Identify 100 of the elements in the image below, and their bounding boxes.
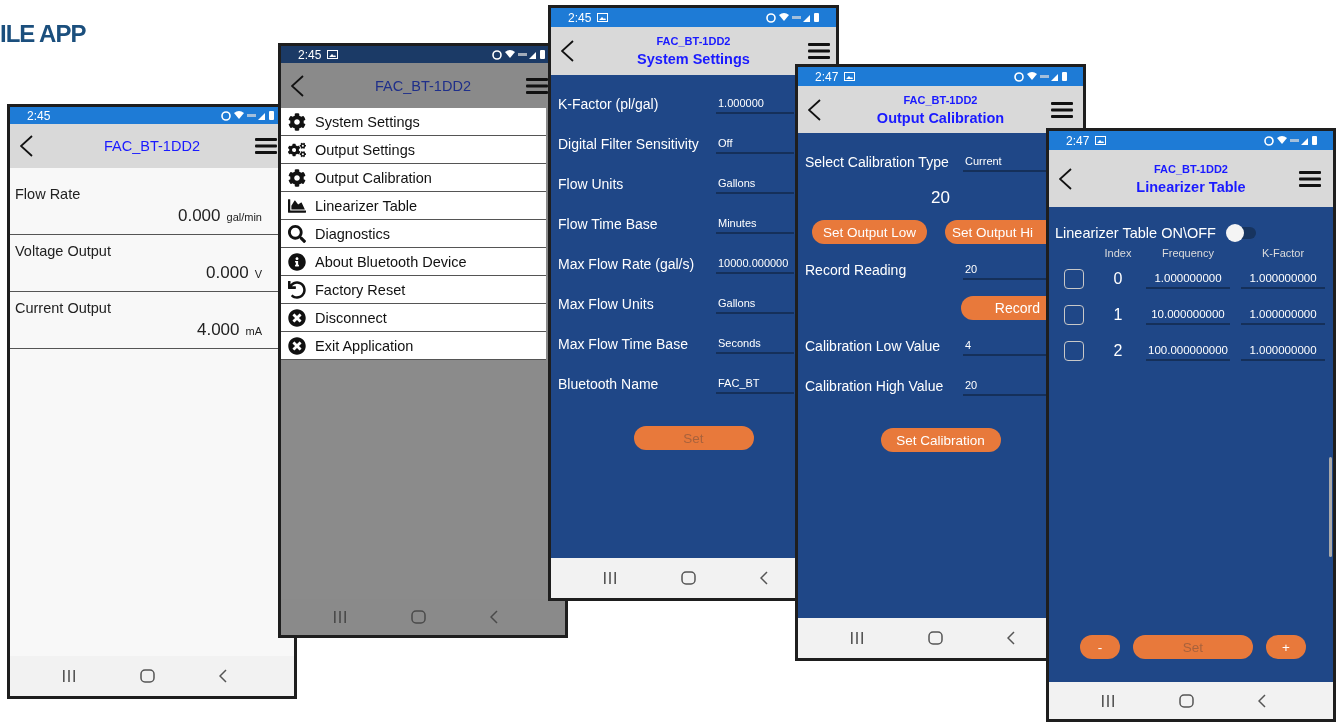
value-field[interactable]: 1.000000 [716,94,794,114]
field-label: Calibration Low Value [805,338,942,354]
toggle-switch[interactable] [1227,227,1256,239]
menu-item[interactable]: Factory Reset [281,276,546,304]
column-header: Frequency [1162,246,1214,261]
reading-value: 0.000 [178,206,221,226]
value-field[interactable]: Off [716,134,794,154]
reset-icon [288,280,306,299]
menu-item[interactable]: Diagnostics [281,220,546,248]
menu-icon[interactable] [255,138,277,154]
recents-icon[interactable] [850,631,864,645]
scrollbar[interactable] [1329,457,1332,557]
value-field[interactable]: Gallons [716,174,794,194]
reading-label: Voltage Output [15,243,111,259]
row-checkbox[interactable] [1064,269,1084,289]
status-icons-drawing [766,12,822,23]
recents-icon[interactable] [62,669,76,683]
gear-icon [288,168,306,187]
back-icon[interactable] [1007,631,1015,645]
value-field[interactable]: FAC_BT [716,374,794,394]
home-icon[interactable] [411,610,426,624]
k-factor-field[interactable]: 1.000000000 [1241,305,1325,325]
back-icon[interactable] [1258,693,1266,708]
device-name: FAC_BT-1DD2 [656,35,731,47]
status-icons-drawing [1014,71,1070,82]
field-label: Digital Filter Sensitivity [558,136,700,152]
menu-icon[interactable] [808,43,830,59]
field-label: Bluetooth Name [558,376,660,392]
menu-item[interactable]: System Settings [281,108,546,136]
home-icon[interactable] [140,669,155,683]
field-label: Select Calibration Type [805,154,950,170]
page-heading: ILE APP [0,20,86,48]
index-text: 1 [1113,306,1123,324]
status-time: 2:45 [27,108,51,123]
home-icon[interactable] [928,631,943,645]
device-name: FAC_BT-1DD2 [1154,162,1228,175]
recents-icon[interactable] [1101,693,1115,708]
field-label: Max Flow Rate (gal/s) [558,256,696,272]
output-value: 20 [931,188,950,208]
value-field[interactable]: 10000.000000 [716,254,794,274]
info-icon [288,252,306,271]
frequency-field[interactable]: 100.000000000 [1146,341,1230,361]
back-icon[interactable] [561,40,574,62]
column-header: Index [1104,246,1132,261]
frequency-field[interactable]: 1.000000000 [1146,269,1230,289]
row-checkbox[interactable] [1064,341,1084,361]
page-title: Output Calibration [876,109,1005,126]
status-time: 2:45 [298,47,322,62]
home-icon[interactable] [1179,693,1194,708]
menu-item[interactable]: Disconnect [281,304,546,332]
reading-value: 4.000 [196,320,240,340]
reading-unit: gal/min [226,211,262,223]
back-icon[interactable] [291,74,304,97]
reading-unit: mA [245,325,262,337]
magnifier-icon [288,224,306,243]
value-field[interactable]: Minutes [716,214,794,234]
field-label: Flow Time Base [558,216,659,232]
device-name: FAC_BT-1DD2 [375,77,471,94]
reading-unit: V [254,268,262,280]
gear-icon [288,112,306,131]
index-text: 0 [1113,270,1123,288]
device-name: FAC_BT-1DD2 [903,93,978,106]
reading-label: Current Output [15,300,111,316]
status-time: 2:45 [568,10,592,25]
area-chart-icon [288,196,306,215]
k-factor-field[interactable]: 1.000000000 [1241,269,1325,289]
menu-item[interactable]: Output Calibration [281,164,546,192]
index-text: 2 [1113,342,1123,360]
k-factor-field[interactable]: 1.000000000 [1241,341,1325,361]
menu-icon[interactable] [526,77,548,94]
back-icon[interactable] [808,98,821,121]
menu-item[interactable]: Linearizer Table [281,192,546,220]
reading-value: 0.000 [206,263,249,283]
back-icon[interactable] [760,571,768,585]
frequency-field[interactable]: 10.000000000 [1146,305,1230,325]
home-icon[interactable] [681,571,696,585]
menu-icon[interactable] [1051,101,1073,118]
toggle-label: Linearizer Table ON\OFF [1055,225,1216,241]
gears-icon [288,140,306,159]
reading-label: Flow Rate [15,186,81,202]
status-icons-drawing [221,110,277,121]
menu-item[interactable]: About Bluetooth Device [281,248,546,276]
menu-icon[interactable] [1299,170,1321,187]
row-checkbox[interactable] [1064,305,1084,325]
menu-item[interactable]: Output Settings [281,136,546,164]
page-title: System Settings [637,51,750,67]
recents-icon[interactable] [603,571,617,585]
value-field[interactable]: Gallons [716,294,794,314]
status-icons-drawing [492,49,548,60]
field-label: Record Reading [805,262,908,278]
field-label: Max Flow Time Base [558,336,689,352]
page-title: Linearizer Table [1136,178,1246,195]
back-icon[interactable] [219,669,227,683]
status-time: 2:47 [815,69,839,84]
device-name: FAC_BT-1DD2 [104,138,200,154]
value-field[interactable]: Seconds [716,334,794,354]
field-label: Calibration High Value [805,378,945,394]
menu-item[interactable]: Exit Application [281,332,546,360]
back-icon[interactable] [1059,167,1072,190]
back-icon[interactable] [20,135,33,157]
